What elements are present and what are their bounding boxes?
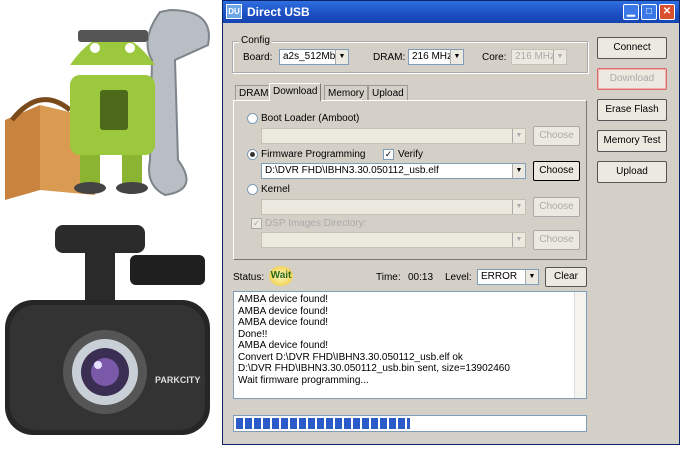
- wait-badge: Wait: [269, 266, 293, 286]
- firmware-choose-button[interactable]: Choose: [533, 161, 580, 181]
- brand-label: PARKCITY: [155, 375, 200, 385]
- log-output[interactable]: AMBA device found! AMBA device found! AM…: [233, 291, 587, 399]
- kernel-choose-button[interactable]: Choose: [533, 197, 580, 217]
- chevron-down-icon: ▼: [525, 270, 538, 284]
- dram-select[interactable]: 216 MHz ▼: [408, 49, 464, 65]
- log-scrollbar[interactable]: [574, 292, 586, 398]
- tab-upload[interactable]: Upload: [368, 85, 408, 101]
- board-label: Board:: [243, 52, 273, 63]
- verify-checkbox[interactable]: ✓: [383, 149, 394, 160]
- config-group-title: Config: [239, 35, 272, 46]
- log-line: AMBA device found!: [238, 340, 329, 351]
- download-button[interactable]: Download: [597, 68, 667, 90]
- log-line: AMBA device found!: [238, 294, 329, 305]
- firmware-radio[interactable]: [247, 149, 258, 160]
- boot-loader-label: Boot Loader (Amboot): [261, 113, 360, 124]
- connect-button[interactable]: Connect: [597, 37, 667, 59]
- chevron-down-icon: ▼: [512, 164, 525, 178]
- upload-button[interactable]: Upload: [597, 161, 667, 183]
- time-label: Time:: [376, 272, 401, 283]
- chevron-down-icon: ▼: [512, 200, 525, 214]
- maximize-button[interactable]: □: [641, 4, 657, 20]
- log-line: D:\DVR FHD\IBHN3.30.050112_usb.bin sent,…: [238, 363, 510, 374]
- log-line: Wait firmware programming...: [238, 374, 369, 386]
- level-value: ERROR: [481, 271, 518, 282]
- progress-bar: [233, 415, 587, 432]
- dsp-path[interactable]: ▼: [261, 232, 526, 248]
- kernel-path[interactable]: ▼: [261, 199, 526, 215]
- progress-fill: [236, 418, 410, 429]
- direct-usb-window: DU Direct USB ▁ □ ✕ Config Board: a2s_51…: [222, 0, 680, 445]
- android-dashcam-image: PARKCITY: [5, 8, 210, 435]
- dram-value: 216 MHz: [412, 51, 453, 62]
- app-icon: DU: [226, 4, 242, 19]
- log-line: Convert D:\DVR FHD\IBHN3.30.050112_usb.e…: [238, 351, 463, 363]
- boot-loader-radio[interactable]: [247, 113, 258, 124]
- kernel-radio[interactable]: [247, 184, 258, 195]
- tab-download[interactable]: Download: [269, 83, 322, 101]
- product-illustration: PARKCITY: [0, 0, 222, 445]
- clear-button[interactable]: Clear: [545, 267, 587, 287]
- tab-memory[interactable]: Memory: [324, 85, 369, 101]
- board-value: a2s_512Mb: [283, 51, 336, 62]
- minimize-button[interactable]: ▁: [623, 4, 639, 20]
- log-line: AMBA device found!: [238, 317, 329, 328]
- tab-dram[interactable]: DRAM: [235, 85, 273, 101]
- core-select[interactable]: 216 MHz ▼: [511, 49, 567, 65]
- dsp-checkbox[interactable]: ✓: [251, 218, 262, 229]
- memory-test-button[interactable]: Memory Test: [597, 130, 667, 152]
- erase-flash-button[interactable]: Erase Flash: [597, 99, 667, 121]
- board-select[interactable]: a2s_512Mb ▼: [279, 49, 349, 65]
- dram-label: DRAM:: [373, 52, 406, 63]
- log-line: AMBA device found!: [238, 305, 329, 317]
- title-bar[interactable]: DU Direct USB ▁ □ ✕: [223, 1, 679, 23]
- chevron-down-icon: ▼: [512, 233, 525, 247]
- dsp-label: DSP Images Directory:: [265, 218, 367, 229]
- chevron-down-icon: ▼: [553, 50, 566, 64]
- window-title: Direct USB: [247, 5, 310, 19]
- firmware-path-value: D:\DVR FHD\IBHN3.30.050112_usb.elf: [265, 165, 439, 176]
- chevron-down-icon: ▼: [512, 129, 525, 143]
- boot-loader-path[interactable]: ▼: [261, 128, 526, 144]
- core-value: 216 MHz: [515, 51, 556, 62]
- chevron-down-icon: ▼: [335, 50, 348, 64]
- level-select[interactable]: ERROR ▼: [477, 269, 539, 285]
- chevron-down-icon: ▼: [450, 50, 463, 64]
- firmware-path[interactable]: D:\DVR FHD\IBHN3.30.050112_usb.elf ▼: [261, 163, 526, 179]
- firmware-label: Firmware Programming: [261, 149, 366, 160]
- kernel-label: Kernel: [261, 184, 290, 195]
- log-line: Done!!: [238, 328, 268, 340]
- dsp-choose-button[interactable]: Choose: [533, 230, 580, 250]
- core-label: Core:: [482, 52, 507, 63]
- status-label: Status:: [233, 272, 265, 283]
- time-value: 00:13: [408, 272, 434, 283]
- boot-loader-choose-button[interactable]: Choose: [533, 126, 580, 146]
- level-label: Level:: [445, 272, 472, 283]
- close-button[interactable]: ✕: [659, 4, 675, 20]
- verify-label: Verify: [398, 149, 424, 160]
